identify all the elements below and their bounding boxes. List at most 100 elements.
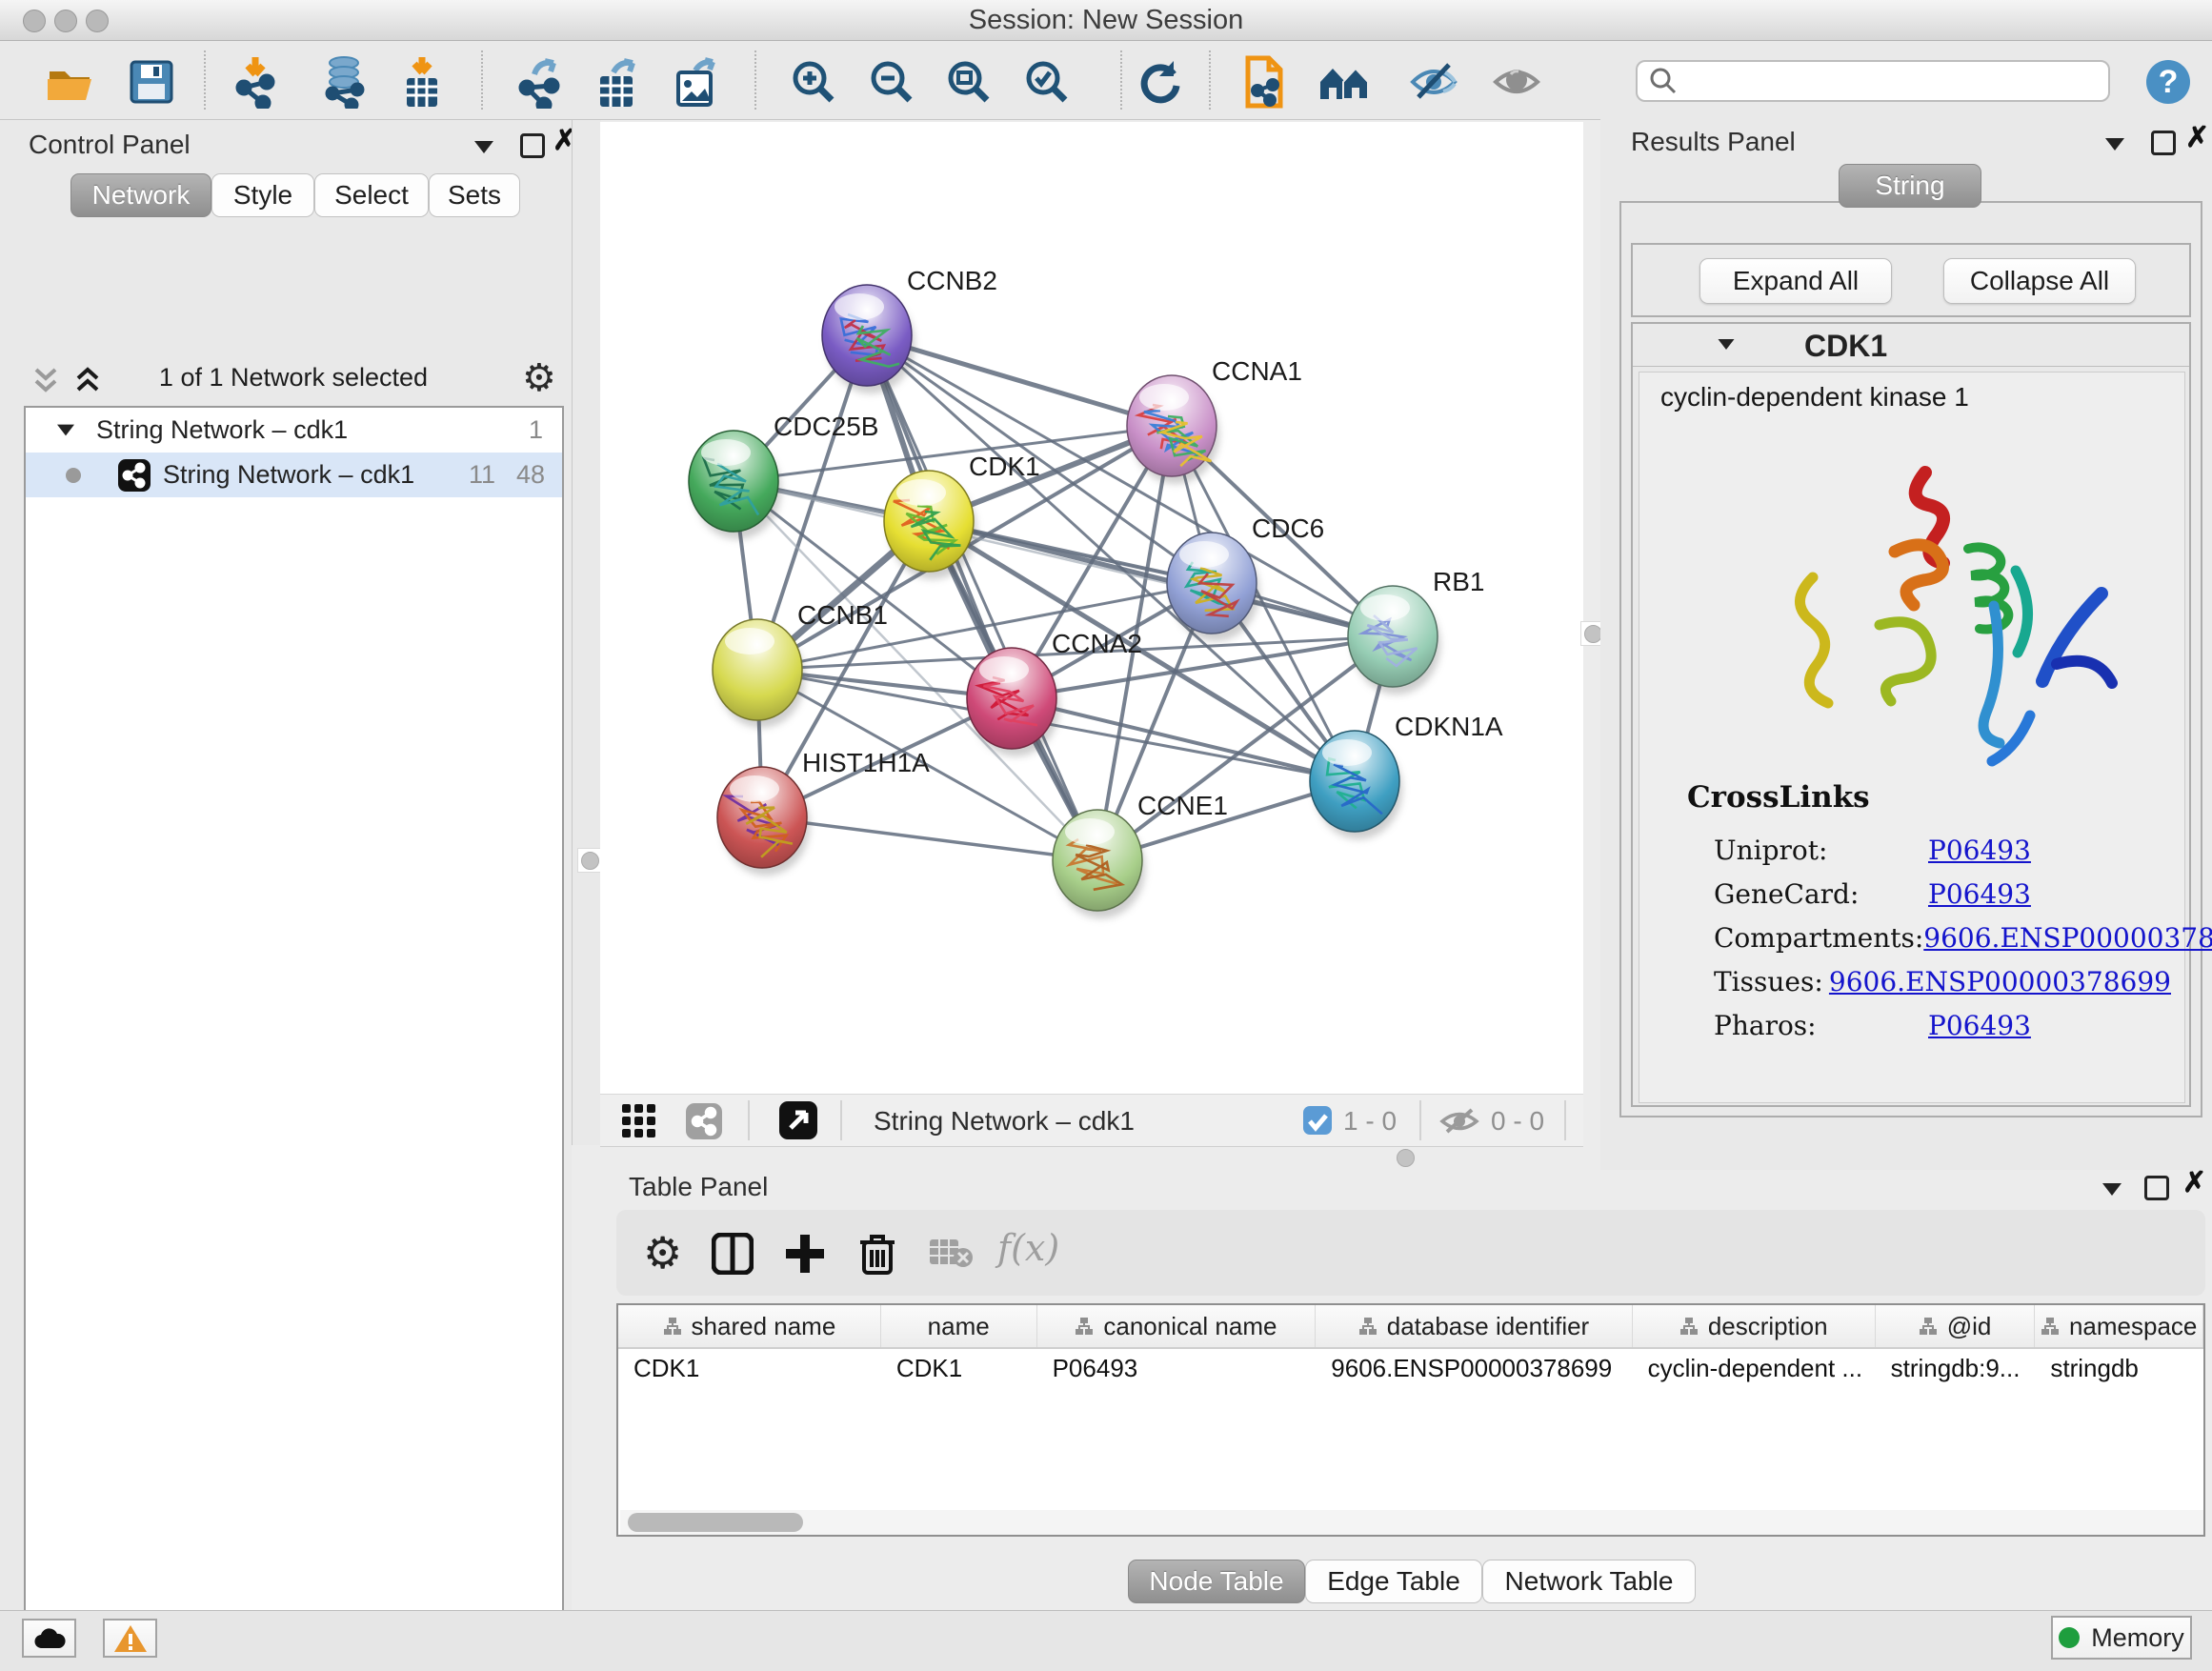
network-collection-row[interactable]: String Network – cdk1 1 bbox=[26, 408, 562, 453]
help-icon[interactable]: ? bbox=[2142, 55, 2195, 109]
panel-float-button[interactable] bbox=[2105, 138, 2124, 155]
column-header-description[interactable]: description bbox=[1633, 1305, 1876, 1347]
grid-icon[interactable] bbox=[621, 1103, 657, 1139]
search-field[interactable] bbox=[1636, 60, 2110, 102]
network-node-cdc25b[interactable] bbox=[689, 431, 781, 539]
tab-network[interactable]: Network bbox=[70, 173, 211, 217]
network-node-cdk1[interactable] bbox=[884, 471, 976, 579]
function-builder-icon[interactable]: f(x) bbox=[997, 1227, 1059, 1269]
crosslink-value-link[interactable]: P06493 bbox=[1928, 1010, 2031, 1041]
node-label: CCNA1 bbox=[1212, 356, 1302, 386]
selected-checkbox[interactable] bbox=[1303, 1106, 1332, 1135]
birdseye-icon[interactable] bbox=[779, 1101, 817, 1139]
network-node-ccnb2[interactable] bbox=[822, 285, 915, 393]
export-image-icon[interactable] bbox=[669, 55, 722, 109]
network-row[interactable]: String Network – cdk1 11 48 bbox=[26, 453, 562, 497]
tab-edge-table[interactable]: Edge Table bbox=[1305, 1560, 1482, 1603]
search-input[interactable] bbox=[1678, 66, 2091, 97]
gear-icon[interactable]: ⚙ bbox=[522, 356, 556, 400]
expand-all-icon[interactable] bbox=[72, 366, 107, 396]
columns-icon[interactable] bbox=[712, 1233, 754, 1275]
share-icon[interactable] bbox=[686, 1103, 722, 1139]
panel-undock-button[interactable] bbox=[520, 133, 545, 163]
tab-style[interactable]: Style bbox=[211, 173, 314, 217]
panel-undock-button[interactable] bbox=[2151, 131, 2176, 160]
file-network-icon[interactable] bbox=[1237, 55, 1291, 109]
column-header-name[interactable]: name bbox=[881, 1305, 1037, 1347]
collapse-all-icon[interactable] bbox=[30, 366, 65, 396]
splitter-handle[interactable] bbox=[577, 848, 602, 873]
gear-icon[interactable]: ⚙ bbox=[643, 1227, 682, 1278]
panel-undock-button[interactable] bbox=[2144, 1176, 2169, 1205]
table-cell[interactable]: 9606.ENSP00000378699 bbox=[1316, 1349, 1632, 1387]
table-cell[interactable]: stringdb:9... bbox=[1876, 1349, 2036, 1387]
export-network-icon[interactable] bbox=[513, 55, 567, 109]
zoom-selected-icon[interactable] bbox=[1020, 55, 1074, 109]
panel-close-button[interactable]: ✗ bbox=[2185, 129, 2209, 148]
network-node-cdc6[interactable] bbox=[1167, 533, 1259, 641]
tab-node-table[interactable]: Node Table bbox=[1128, 1560, 1305, 1603]
collapse-all-button[interactable]: Collapse All bbox=[1943, 258, 2136, 304]
tab-select[interactable]: Select bbox=[314, 173, 429, 217]
column-header-databaseidentifier[interactable]: database identifier bbox=[1316, 1305, 1632, 1347]
crosslink-value-link[interactable]: P06493 bbox=[1928, 835, 2031, 866]
show-all-icon[interactable] bbox=[1490, 55, 1543, 109]
houses-icon[interactable] bbox=[1317, 55, 1370, 109]
collection-expand-icon[interactable] bbox=[57, 425, 74, 436]
panel-float-button[interactable] bbox=[474, 141, 493, 158]
network-node-ccna1[interactable] bbox=[1127, 375, 1219, 484]
table-cell[interactable]: cyclin-dependent ... bbox=[1633, 1349, 1876, 1387]
refresh-icon[interactable] bbox=[1134, 55, 1187, 109]
export-table-icon[interactable] bbox=[591, 55, 644, 109]
network-edge[interactable] bbox=[867, 335, 1097, 860]
right-splitter[interactable] bbox=[1583, 120, 1600, 1170]
column-type-icon bbox=[2041, 1317, 2060, 1336]
network-view-toolbar: String Network – cdk1 1 - 0 0 - 0 bbox=[600, 1094, 1583, 1147]
tab-network-table[interactable]: Network Table bbox=[1482, 1560, 1696, 1603]
warnings-button[interactable] bbox=[103, 1619, 157, 1658]
tab-sets[interactable]: Sets bbox=[429, 173, 520, 217]
table-cell[interactable]: CDK1 bbox=[618, 1349, 881, 1387]
cdk1-section-header[interactable]: CDK1 bbox=[1633, 324, 2189, 367]
column-header-canonicalname[interactable]: canonical name bbox=[1037, 1305, 1317, 1347]
network-node-rb1[interactable] bbox=[1348, 586, 1440, 695]
crosslink-value-link[interactable]: 9606.ENSP00000378699 bbox=[1923, 922, 2212, 954]
zoom-fit-icon[interactable] bbox=[942, 55, 995, 109]
import-database-icon[interactable] bbox=[317, 55, 371, 109]
expand-all-button[interactable]: Expand All bbox=[1699, 258, 1892, 304]
table-cell[interactable]: CDK1 bbox=[881, 1349, 1037, 1387]
horizontal-splitter-handle[interactable] bbox=[1397, 1149, 1415, 1167]
network-node-ccnb1[interactable] bbox=[713, 619, 805, 728]
delete-table-icon[interactable] bbox=[929, 1238, 973, 1269]
left-splitter[interactable] bbox=[572, 120, 601, 1145]
automation-button[interactable] bbox=[22, 1619, 76, 1658]
scrollbar-thumb[interactable] bbox=[628, 1513, 803, 1532]
hide-selected-icon[interactable] bbox=[1407, 55, 1460, 109]
open-folder-icon[interactable] bbox=[44, 55, 97, 109]
section-collapse-icon[interactable] bbox=[1719, 339, 1735, 350]
panel-close-button[interactable]: ✗ bbox=[2182, 1174, 2206, 1193]
network-canvas[interactable]: CCNB2CCNA1CDC25BCDK1CDC6RB1CCNB1CCNA2CDK… bbox=[600, 122, 1583, 1094]
column-header-id[interactable]: @id bbox=[1876, 1305, 2036, 1347]
network-node-cdkn1a[interactable] bbox=[1310, 731, 1402, 839]
import-network-icon[interactable] bbox=[229, 55, 282, 109]
trash-icon[interactable] bbox=[856, 1231, 898, 1275]
panel-float-button[interactable] bbox=[2102, 1183, 2122, 1200]
import-table-icon[interactable] bbox=[395, 55, 449, 109]
add-icon[interactable] bbox=[784, 1233, 826, 1275]
column-header-namespace[interactable]: namespace bbox=[2035, 1305, 2203, 1347]
zoom-in-icon[interactable] bbox=[787, 55, 840, 109]
network-node-ccne1[interactable] bbox=[1053, 810, 1145, 918]
zoom-out-icon[interactable] bbox=[865, 55, 918, 109]
table-cell[interactable]: P06493 bbox=[1037, 1349, 1317, 1387]
column-header-sharedname[interactable]: shared name bbox=[618, 1305, 881, 1347]
horizontal-scrollbar[interactable] bbox=[620, 1510, 2203, 1535]
memory-button[interactable]: Memory bbox=[2051, 1616, 2192, 1660]
network-edge[interactable] bbox=[762, 817, 1097, 860]
crosslink-value-link[interactable]: P06493 bbox=[1928, 878, 2031, 910]
table-cell[interactable]: stringdb bbox=[2035, 1349, 2203, 1387]
save-icon[interactable] bbox=[125, 55, 178, 109]
tab-string[interactable]: String bbox=[1839, 164, 1981, 208]
network-node-hist1h1a[interactable] bbox=[717, 767, 810, 876]
crosslink-value-link[interactable]: 9606.ENSP00000378699 bbox=[1829, 966, 2171, 997]
